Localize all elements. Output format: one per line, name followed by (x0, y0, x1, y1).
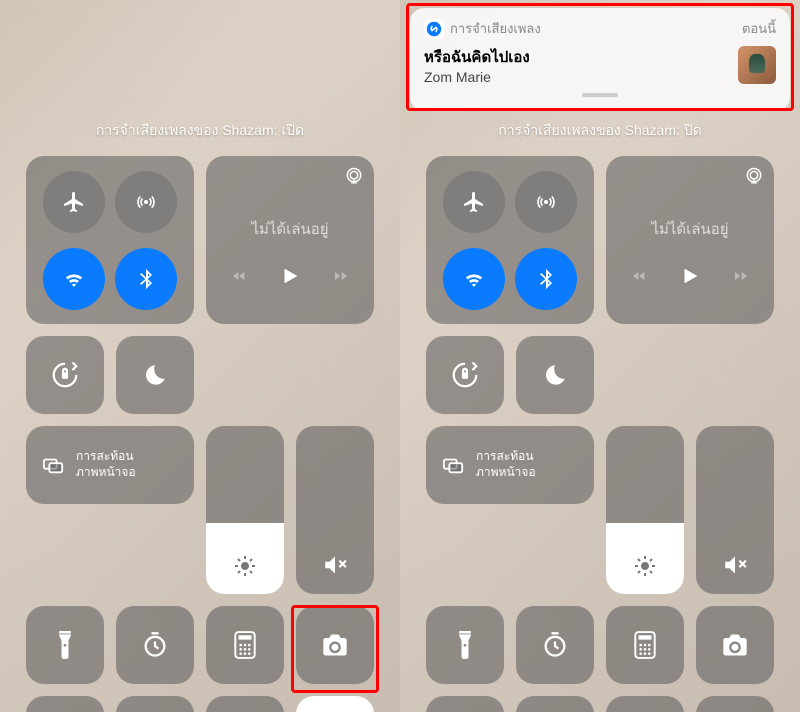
next-icon[interactable] (331, 268, 351, 284)
notification-title: หรือฉันคิดไปเอง (424, 45, 738, 69)
screen-mirroring-button[interactable]: การสะท้อน ภาพหน้าจอ (426, 426, 594, 504)
connectivity-tile[interactable] (26, 156, 194, 324)
airplay-icon[interactable] (344, 166, 364, 186)
do-not-disturb-button[interactable] (516, 336, 594, 414)
volume-slider[interactable] (696, 426, 774, 594)
screen-mirror-icon (40, 454, 66, 476)
media-status-text: ไม่ได้เล่นอยู่ (251, 217, 328, 241)
cellular-icon (134, 190, 158, 214)
phone-right-screenshot: การจำเสียงเพลง ตอนนี้ หรือฉันคิดไปเอง Zo… (400, 0, 800, 712)
timer-button[interactable] (116, 606, 194, 684)
camera-button[interactable] (296, 606, 374, 684)
flashlight-icon (55, 631, 75, 659)
cellular-data-button[interactable] (515, 171, 577, 233)
airplay-icon[interactable] (744, 166, 764, 186)
screen-mirroring-button[interactable]: การสะท้อน ภาพหน้าจอ (26, 426, 194, 504)
wifi-icon (62, 267, 86, 291)
camera-icon (721, 633, 749, 657)
previous-icon[interactable] (229, 268, 249, 284)
brightness-slider[interactable] (206, 426, 284, 594)
media-tile[interactable]: ไม่ได้เล่นอยู่ (606, 156, 774, 324)
airplane-mode-button[interactable] (43, 171, 105, 233)
timer-icon (141, 631, 169, 659)
brightness-icon (633, 554, 657, 578)
next-icon[interactable] (731, 268, 751, 284)
screen-mirror-label: การสะท้อน ภาพหน้าจอ (76, 449, 136, 480)
camera-icon (321, 633, 349, 657)
sleep-button[interactable] (606, 696, 684, 712)
notification-artwork (738, 46, 776, 84)
screen-record-button[interactable] (516, 696, 594, 712)
calculator-icon (234, 631, 256, 659)
screen-mirror-label: การสะท้อน ภาพหน้าจอ (476, 449, 536, 480)
play-icon[interactable] (279, 265, 301, 287)
wifi-button[interactable] (443, 248, 505, 310)
timer-icon (541, 631, 569, 659)
media-status-text: ไม่ได้เล่นอยู่ (651, 217, 728, 241)
airplane-icon (62, 190, 86, 214)
notification-time: ตอนนี้ (742, 18, 776, 39)
bluetooth-icon (534, 267, 558, 291)
cellular-icon (534, 190, 558, 214)
bluetooth-button[interactable] (115, 248, 177, 310)
orientation-lock-button[interactable] (26, 336, 104, 414)
cellular-data-button[interactable] (115, 171, 177, 233)
notification-banner[interactable]: การจำเสียงเพลง ตอนนี้ หรือฉันคิดไปเอง Zo… (410, 8, 790, 111)
play-icon[interactable] (679, 265, 701, 287)
qr-scanner-button[interactable] (26, 696, 104, 712)
orientation-lock-icon (450, 360, 480, 390)
flashlight-icon (455, 631, 475, 659)
timer-button[interactable] (516, 606, 594, 684)
orientation-lock-button[interactable] (426, 336, 504, 414)
phone-left-screenshot: การจำเสียงเพลงของ Shazam: เปิด ไม่ได้เล่… (0, 0, 400, 712)
connectivity-tile[interactable] (426, 156, 594, 324)
calculator-icon (634, 631, 656, 659)
brightness-slider[interactable] (606, 426, 684, 594)
notification-app-name: การจำเสียงเพลง (450, 18, 736, 39)
shazam-status-text: การจำเสียงเพลงของ Shazam: เปิด (26, 10, 374, 156)
volume-mute-icon (322, 552, 348, 578)
brightness-icon (233, 554, 257, 578)
bluetooth-button[interactable] (515, 248, 577, 310)
wifi-icon (462, 267, 486, 291)
shazam-button[interactable] (296, 696, 374, 712)
moon-icon (542, 362, 568, 388)
media-tile[interactable]: ไม่ได้เล่นอยู่ (206, 156, 374, 324)
screen-mirror-icon (440, 454, 466, 476)
moon-icon (142, 362, 168, 388)
camera-button[interactable] (696, 606, 774, 684)
volume-slider[interactable] (296, 426, 374, 594)
flashlight-button[interactable] (26, 606, 104, 684)
previous-icon[interactable] (629, 268, 649, 284)
sleep-button[interactable] (206, 696, 284, 712)
screen-record-button[interactable] (116, 696, 194, 712)
wifi-button[interactable] (43, 248, 105, 310)
notification-handle[interactable] (582, 93, 618, 97)
calculator-button[interactable] (206, 606, 284, 684)
qr-scanner-button[interactable] (426, 696, 504, 712)
bluetooth-icon (134, 267, 158, 291)
orientation-lock-icon (50, 360, 80, 390)
do-not-disturb-button[interactable] (116, 336, 194, 414)
shazam-button[interactable] (696, 696, 774, 712)
flashlight-button[interactable] (426, 606, 504, 684)
volume-mute-icon (722, 552, 748, 578)
shazam-app-icon (424, 19, 444, 39)
airplane-mode-button[interactable] (443, 171, 505, 233)
calculator-button[interactable] (606, 606, 684, 684)
airplane-icon (462, 190, 486, 214)
notification-subtitle: Zom Marie (424, 69, 738, 85)
